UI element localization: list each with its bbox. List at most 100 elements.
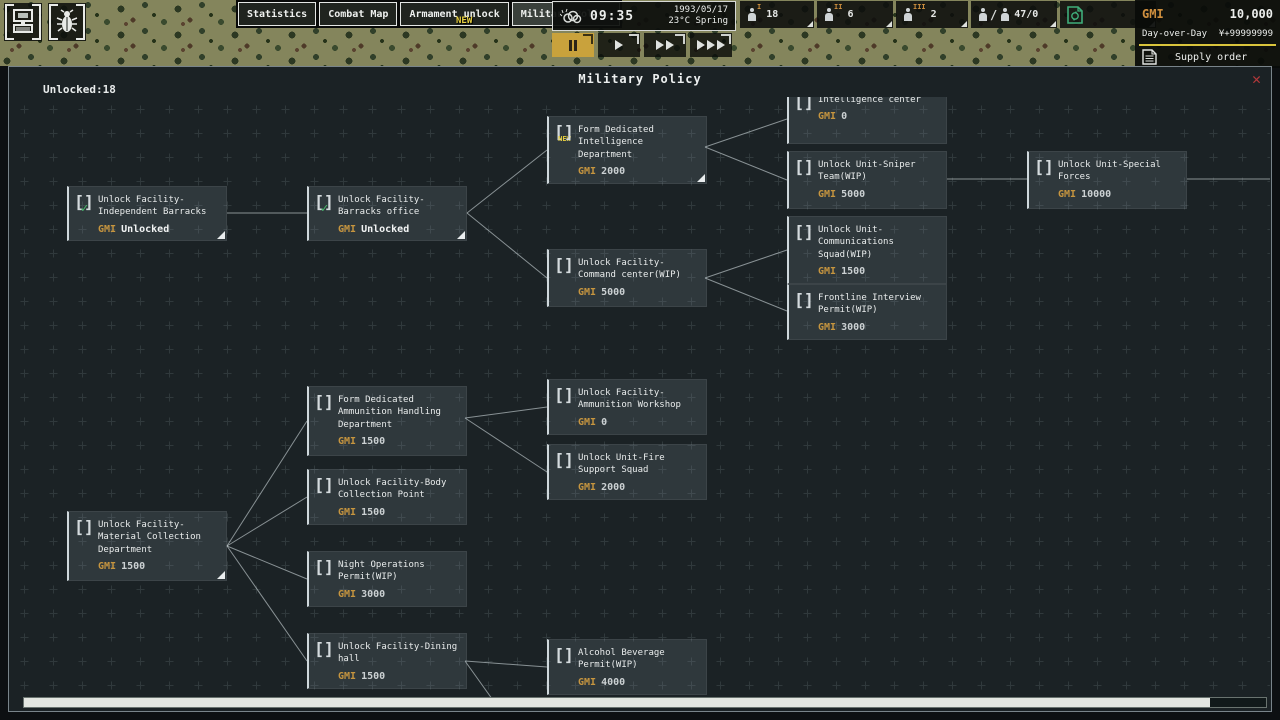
panel-title: Military Policy — [9, 72, 1271, 86]
horizontal-scrollbar[interactable] — [23, 697, 1267, 708]
tree-node-ammunition-workshop[interactable]: []Unlock Facility- Ammunition WorkshopGM… — [547, 379, 707, 435]
time-controls — [552, 33, 732, 57]
squad-strength-value: 47/0 — [1014, 9, 1038, 20]
pause-button[interactable] — [552, 33, 594, 57]
node-cost: GMI1500 — [338, 671, 461, 682]
node-title: Unlock Facility- Ammunition Workshop — [578, 387, 701, 412]
tier2-soldiers-counter[interactable]: II 6 — [817, 1, 893, 28]
cost-value: 2000 — [601, 482, 625, 493]
tree-node-alcohol-permit[interactable]: []Alcohol Beverage Permit(WIP)GMI4000 — [547, 639, 707, 695]
game-date: 1993/05/17 23°C Spring — [668, 5, 728, 28]
node-cost: GMI1500 — [338, 507, 461, 518]
checkbox-empty: [] — [794, 294, 818, 318]
bug-icon — [55, 9, 79, 35]
policy-tree-canvas[interactable]: [✓]Unlock Facility- Independent Barracks… — [10, 97, 1270, 699]
cost-value: 1500 — [361, 671, 385, 682]
tree-node-night-operations[interactable]: []Night Operations Permit(WIP)GMI3000 — [307, 551, 467, 607]
play-button[interactable] — [598, 33, 640, 57]
currency-balance: 10,000 — [1230, 7, 1273, 21]
tree-node-frontline-interview[interactable]: []Frontline Interview Permit(WIP)GMI3000 — [787, 284, 947, 340]
supply-order-label: Supply order — [1175, 52, 1247, 63]
tree-node-ammunition-handling[interactable]: []Form Dedicated Ammunition Handling Dep… — [307, 386, 467, 456]
game-time: 09:35 — [590, 9, 634, 24]
tree-node-intelligence-center[interactable]: []Intelligence centerGMI0 — [787, 97, 947, 144]
checkbox-empty: [] — [314, 479, 338, 503]
node-cost: GMI5000 — [578, 287, 701, 298]
tier1-soldiers-counter[interactable]: I 18 — [740, 1, 814, 28]
cost-value: 0 — [601, 417, 607, 428]
node-title: Unlock Facility- Independent Barracks — [98, 194, 221, 219]
tree-node-communications-squad[interactable]: []Unlock Unit- Communications Squad(WIP)… — [787, 216, 947, 284]
node-cost: GMI0 — [578, 417, 701, 428]
cost-value: 2000 — [601, 166, 625, 177]
soldier-icon — [747, 8, 756, 21]
tier3-soldiers-counter[interactable]: III 2 — [896, 1, 968, 28]
currency-label: GMI — [338, 436, 356, 447]
tab-statistics[interactable]: Statistics — [238, 2, 316, 26]
fastest-speed-button[interactable] — [690, 33, 732, 57]
currency-label: GMI — [98, 224, 116, 235]
currency-label: GMI — [578, 287, 596, 298]
fastest-icon — [717, 40, 725, 50]
squad-strength-counter[interactable]: / 47/0 — [971, 1, 1057, 28]
checkbox-empty: [] — [794, 161, 818, 185]
tree-node-special-forces[interactable]: []Unlock Unit-Special ForcesGMI10000 — [1027, 151, 1187, 209]
tree-node-material-collection[interactable]: []Unlock Facility- Material Collection D… — [67, 511, 227, 581]
monitor-icon — [11, 9, 35, 35]
close-icon[interactable]: ✕ — [1252, 70, 1261, 88]
node-title: Unlock Facility- Material Collection Dep… — [98, 519, 221, 556]
currency-label: GMI — [818, 111, 836, 122]
currency-label: GMI — [1142, 7, 1164, 21]
unlocked-counter: Unlocked:18 — [43, 83, 116, 96]
date-line: 1993/05/17 — [674, 5, 728, 15]
currency-label: GMI — [818, 266, 836, 277]
node-title: Unlock Facility-Dining hall — [338, 641, 461, 666]
cost-value: 1500 — [361, 436, 385, 447]
tree-node-independent-barracks[interactable]: [✓]Unlock Facility- Independent Barracks… — [67, 186, 227, 241]
currency-label: GMI — [818, 189, 836, 200]
resource-bar: I 18 II 6 III 2 / 47/0 0 — [740, 1, 1156, 28]
day-over-day-value: ¥+99999999 — [1219, 29, 1273, 39]
season-line: 23°C Spring — [668, 16, 728, 26]
checkbox-empty: [] — [794, 97, 818, 120]
node-cost: GMI1500 — [98, 561, 221, 572]
checkbox-empty: [] — [314, 643, 338, 667]
node-corner-marker — [457, 231, 465, 239]
node-cost: GMI3000 — [338, 589, 461, 600]
currency-label: GMI — [1058, 189, 1076, 200]
scrollbar-thumb[interactable] — [24, 698, 1210, 707]
node-cost: GMI5000 — [818, 189, 941, 200]
fast-forward-icon — [666, 40, 674, 50]
node-title: Intelligence center — [818, 97, 941, 106]
tree-node-dining-hall[interactable]: []Unlock Facility-Dining hall GMI1500 — [307, 633, 467, 689]
node-cost: GMIUnlocked — [98, 224, 221, 235]
tree-node-fire-support-squad[interactable]: []Unlock Unit-Fire Support SquadGMI2000 — [547, 444, 707, 500]
node-title: Unlock Unit- Communications Squad(WIP) — [818, 224, 941, 261]
tier-mark: III — [913, 3, 926, 11]
node-cost: GMI2000 — [578, 166, 701, 177]
tab-combat-map[interactable]: Combat Map — [319, 2, 397, 26]
checkbox-empty: [] — [554, 454, 578, 478]
fast-forward-button[interactable] — [644, 33, 686, 57]
currency-label: GMI — [98, 561, 116, 572]
tab-armament-unlock[interactable]: Armament unlock — [400, 2, 508, 26]
tree-node-command-center[interactable]: []Unlock Facility- Command center(WIP)GM… — [547, 249, 707, 307]
checkbox-empty: [] — [314, 561, 338, 585]
tree-node-barracks-office[interactable]: [✓]Unlock Facility- Barracks officeGMIUn… — [307, 186, 467, 241]
fastest-icon — [707, 40, 715, 50]
tree-node-body-collection-point[interactable]: []Unlock Facility-Body Collection PointG… — [307, 469, 467, 525]
node-title: Frontline Interview Permit(WIP) — [818, 292, 941, 317]
tree-node-intelligence-department[interactable]: [NEW]Form Dedicated Intelligence Departm… — [547, 116, 707, 184]
tree-node-sniper-team[interactable]: []Unlock Unit-Sniper Team(WIP)GMI5000 — [787, 151, 947, 209]
computer-menu-button[interactable] — [4, 3, 42, 41]
yellow-divider — [1139, 44, 1276, 46]
bug-report-button[interactable] — [48, 3, 86, 41]
slash-separator: / — [990, 8, 997, 22]
economy-panel: GMI 10,000 Day-over-Day ¥+99999999 Suppl… — [1135, 0, 1280, 68]
tier3-count: 2 — [931, 9, 937, 20]
fast-forward-icon — [656, 40, 664, 50]
supply-order-button[interactable]: Supply order — [1135, 48, 1280, 66]
node-cost: GMI2000 — [578, 482, 701, 493]
cost-value: 10000 — [1081, 189, 1111, 200]
tier-mark: I — [757, 3, 761, 11]
